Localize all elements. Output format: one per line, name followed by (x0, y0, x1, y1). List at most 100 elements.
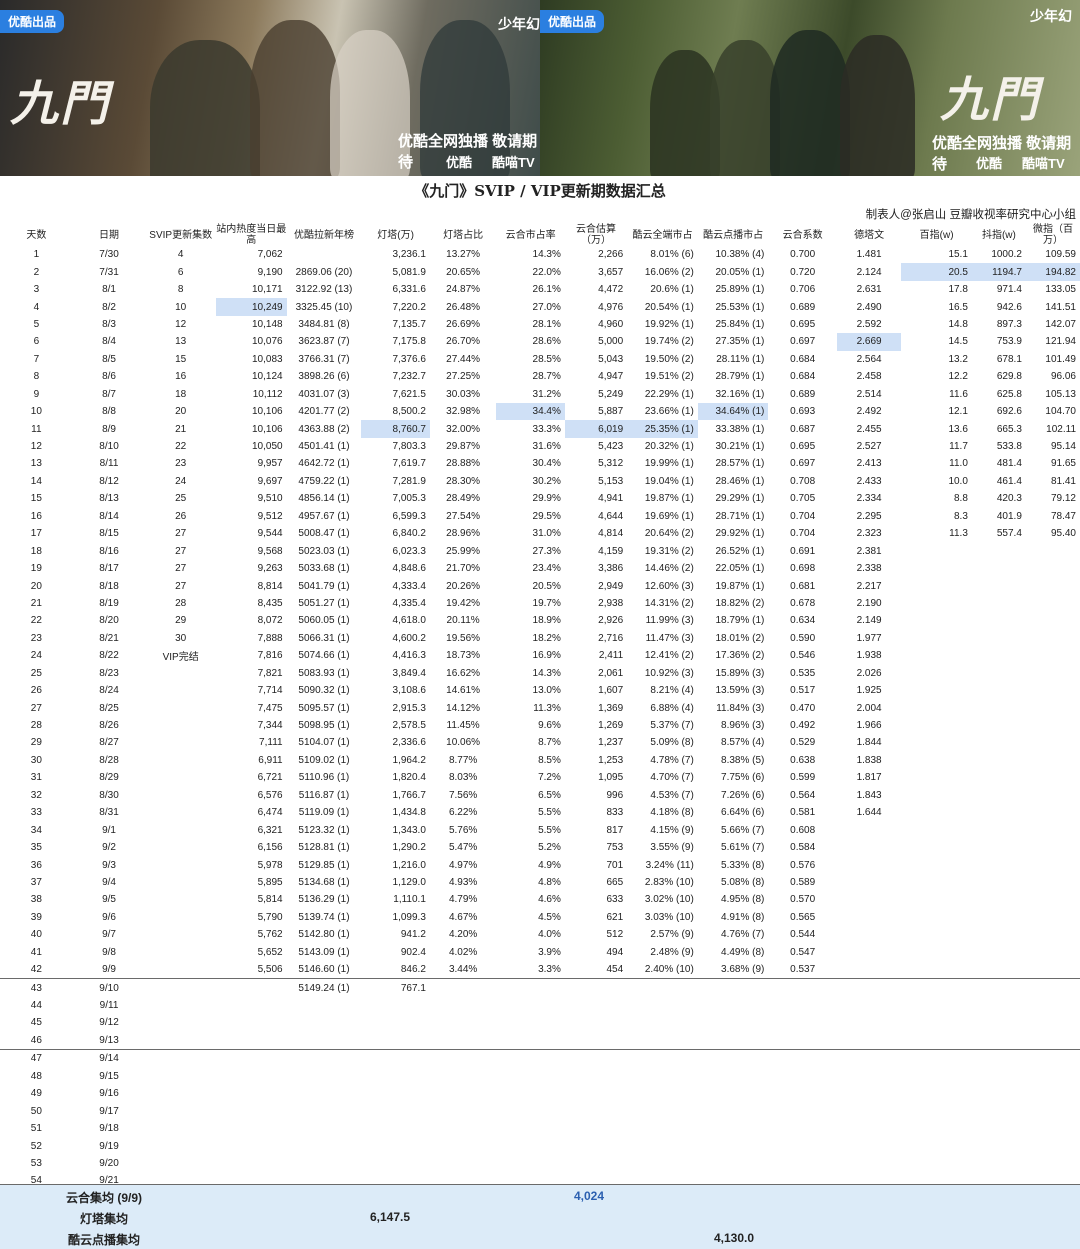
table-cell: 96.06 (1050, 371, 1076, 383)
table-cell: 27 (175, 545, 187, 557)
table-cell: 26.69% (446, 318, 481, 330)
table-cell (837, 1014, 901, 1031)
table-cell (430, 1085, 496, 1102)
table-cell: 7.26% (6) (721, 789, 765, 801)
table-cell (836, 1049, 902, 1068)
table-cell: 5143.09 (1) (298, 946, 350, 958)
table-cell: 1,820.4 (392, 772, 426, 784)
table-row: 31 8/29 6,721 5110.96 (1) 1,820.4 8.03% 7.2% 1,… (0, 769, 1080, 786)
table-cell: 18 (30, 545, 42, 557)
table-cell (565, 1102, 627, 1119)
table-header: 天数 日期 SVIP更新集数 站内热度当日最高 优酷拉新年榜 灯塔(万) 灯塔占比 云合市占率… (0, 224, 1080, 246)
title-calligraphy: 九門 (940, 72, 1041, 128)
table-cell: 8/21 (99, 632, 119, 644)
table-cell: 8/29 (99, 772, 119, 784)
table-cell (496, 1085, 565, 1102)
table-cell: 5149.24 (1) (286, 978, 362, 997)
table-cell: 9/3 (102, 859, 116, 871)
table-cell: 3,849.4 (392, 667, 426, 679)
table-cell (565, 1014, 627, 1031)
table-cell (1026, 560, 1080, 577)
table-cell (145, 839, 216, 856)
column-header: 抖指(w) (981, 229, 1016, 241)
table-cell (837, 874, 901, 891)
table-cell: 692.6 (996, 406, 1022, 418)
table-cell: 3.9% (538, 946, 561, 958)
table-cell (698, 1032, 769, 1050)
table-cell: 11.0 (949, 458, 968, 470)
title-calligraphy: 九門 (10, 76, 111, 132)
table-cell (698, 1014, 769, 1031)
table-cell: 4642.72 (1) (298, 458, 350, 470)
table-cell: 40 (30, 929, 42, 941)
table-cell: 420.3 (996, 493, 1022, 505)
table-cell: 5033.68 (1) (298, 563, 350, 575)
table-cell: 0.704 (790, 528, 816, 540)
table-cell (1026, 961, 1080, 979)
table-cell: 4 (33, 301, 40, 313)
table-cell: 9,263 (257, 563, 283, 575)
table-cell: 32 (30, 789, 42, 801)
table-cell (837, 1137, 901, 1154)
table-cell (430, 1014, 496, 1031)
column-header: 德塔文 (854, 229, 885, 241)
table-cell: 12 (175, 318, 187, 330)
table-cell (145, 734, 216, 751)
table-cell: 10 (175, 301, 187, 313)
table-cell (565, 1068, 627, 1085)
table-cell: 20.5 (901, 263, 972, 281)
table-cell (837, 821, 901, 838)
table-cell: 11.3 (949, 528, 968, 540)
table-row: 5 8/3 12 10,148 3484.81 (8) 7,135.7 26.69% 28.1… (0, 316, 1080, 333)
table-cell: 2,578.5 (392, 720, 426, 732)
table-cell: 18.2% (532, 632, 561, 644)
table-cell (429, 1049, 497, 1068)
table-cell: 1,237 (598, 737, 624, 749)
table-cell (627, 1032, 698, 1050)
table-cell: 29 (30, 737, 42, 749)
table-cell: 4.97% (448, 859, 478, 871)
table-cell: 31.2% (532, 388, 561, 400)
table-cell: 18.82% (2) (715, 597, 765, 609)
table-cell: 13.27% (446, 249, 481, 261)
table-cell: 18.73% (446, 650, 481, 662)
table-cell: 5.47% (448, 842, 478, 854)
table-cell (972, 717, 1026, 734)
table-cell: 12.41% (2) (644, 650, 694, 662)
table-cell: 9/6 (102, 911, 116, 923)
table-cell: 2.57% (9) (650, 929, 694, 941)
table-cell: 8/6 (102, 371, 116, 383)
table-cell: 4957.67 (1) (298, 510, 350, 522)
table-cell: 8/25 (99, 702, 119, 714)
table-cell (496, 1068, 565, 1085)
table-cell: 28.1% (532, 318, 561, 330)
table-row: 14 8/12 24 9,697 4759.22 (1) 7,281.9 28.30% 30.… (0, 473, 1080, 490)
table-cell (972, 769, 1026, 786)
table-cell: 52 (30, 1140, 42, 1152)
table-cell (901, 630, 972, 647)
table-cell (361, 1049, 430, 1068)
table-cell (496, 1137, 565, 1154)
table-cell: 22.0% (532, 266, 561, 278)
table-cell: 18 (175, 388, 187, 400)
youku-produced-tag: 优酷出品 (0, 10, 65, 33)
table-row: 35 9/2 6,156 5128.81 (1) 1,290.2 5.47% 5.2% 753… (0, 839, 1080, 856)
table-cell: 4.93% (448, 876, 478, 888)
table-cell (901, 1120, 972, 1137)
table-cell: 6,911 (258, 754, 283, 766)
table-row: 16 8/14 26 9,512 4957.67 (1) 6,599.3 27.54% 29.… (0, 508, 1080, 525)
table-cell (1025, 978, 1080, 997)
table-cell: 14.5 (948, 336, 968, 348)
table-row: 34 9/1 6,321 5123.32 (1) 1,343.0 5.76% 5.5% 817… (0, 821, 1080, 838)
table-cell: 5,762 (257, 929, 283, 941)
table-cell (496, 978, 565, 997)
table-cell: 30 (30, 754, 42, 766)
table-cell (1026, 787, 1080, 804)
table-cell: 5,652 (257, 946, 283, 958)
table-cell: 3.55% (9) (650, 842, 694, 854)
table-cell: 0.681 (790, 580, 816, 592)
table-cell: 104.70 (1045, 406, 1076, 418)
table-cell (972, 961, 1026, 979)
table-cell: 14.31% (2) (644, 597, 694, 609)
table-row: 2 7/31 6 9,190 2869.06 (20) 5,081.9 20.65% 22.0… (0, 263, 1080, 281)
